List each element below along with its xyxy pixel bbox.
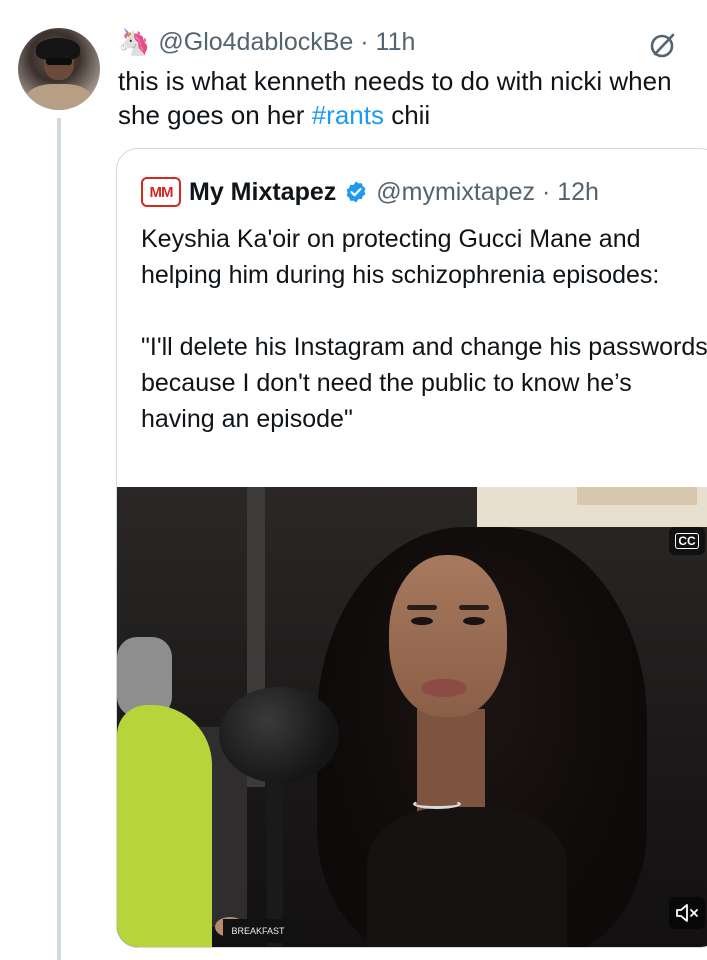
tweet-header: 🦄 @Glo4dablockBe · 11h (118, 26, 415, 58)
verified-badge-icon (346, 181, 366, 203)
grok-icon[interactable] (648, 30, 678, 60)
mute-button[interactable] (669, 897, 705, 929)
thread-connector-line (57, 118, 61, 960)
tweet-time: 11h (375, 27, 416, 56)
speaker-lips (421, 679, 467, 697)
hashtag-link[interactable]: #rants (312, 100, 384, 130)
unicorn-emoji: 🦄 (118, 27, 151, 57)
quoted-tweet-card[interactable]: MM My Mixtapez @mymixtapez · 12h Keyshia… (116, 148, 707, 948)
microphone (219, 687, 339, 783)
avatar-hair (36, 38, 80, 60)
video-player[interactable]: BREAKFAST CC (117, 487, 707, 947)
speaker-eye-right (463, 617, 485, 625)
closed-captions-icon: CC (675, 533, 699, 549)
avatar[interactable] (18, 28, 100, 110)
speaker-brow-left (407, 605, 437, 610)
quoted-author-name[interactable]: My Mixtapez (189, 178, 336, 207)
speaker-eye-left (411, 617, 433, 625)
person-in-green (117, 705, 212, 947)
mic-flag-label: BREAKFAST (223, 919, 293, 943)
avatar-glasses (46, 58, 72, 65)
speaker-brow-right (459, 605, 489, 610)
speaker-necklace (413, 799, 461, 809)
mymixtapez-logo[interactable]: MM (141, 177, 181, 207)
speaker-dress (367, 807, 567, 947)
closed-captions-button[interactable]: CC (669, 527, 705, 555)
quoted-author-handle[interactable]: @mymixtapez · 12h (376, 178, 599, 207)
tweet-text: this is what kenneth needs to do with ni… (118, 66, 672, 130)
mute-icon (676, 904, 698, 922)
author-handle[interactable]: @Glo4dablockBe · 11h (158, 28, 415, 57)
quoted-tweet-header: MM My Mixtapez @mymixtapez · 12h (141, 175, 599, 209)
quoted-paragraph-1: Keyshia Ka'oir on protecting Gucci Mane … (141, 225, 660, 289)
quoted-paragraph-2: "I'll delete his Instagram and change hi… (141, 333, 707, 433)
backdrop-banner-detail (577, 487, 697, 505)
avatar-body (26, 84, 92, 110)
quoted-tweet-time: 12h (557, 177, 599, 206)
quoted-tweet-text: Keyshia Ka'oir on protecting Gucci Mane … (141, 221, 707, 473)
